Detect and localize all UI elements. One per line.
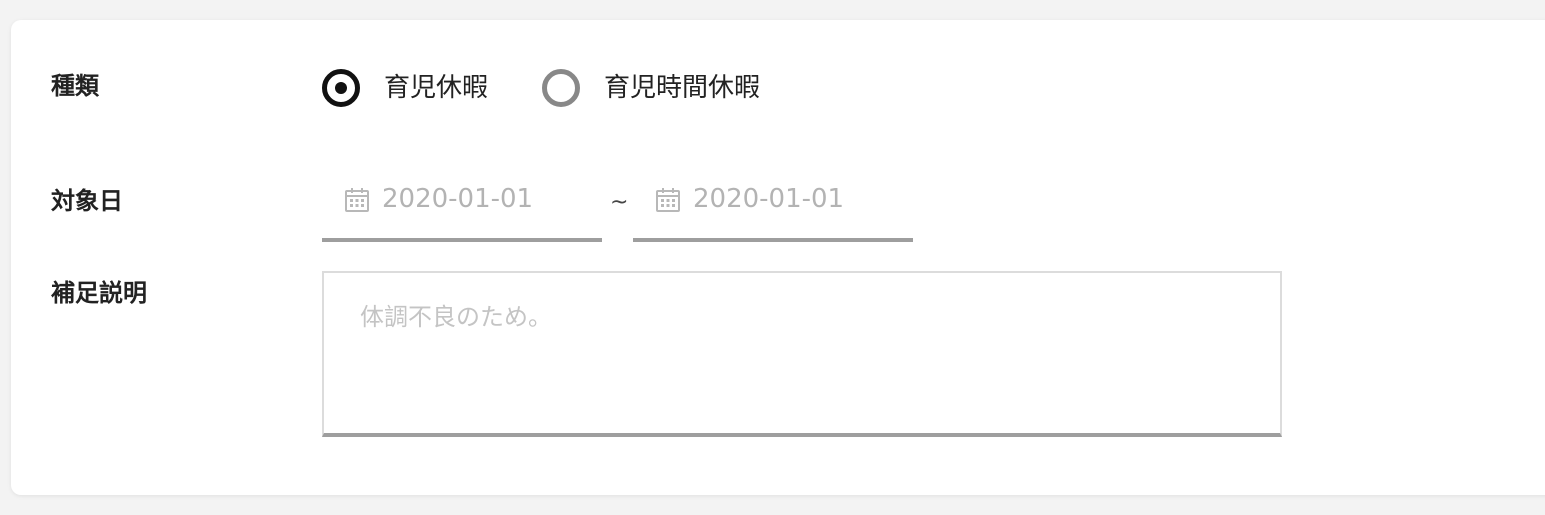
radio-selected-icon[interactable] <box>322 69 360 107</box>
date-from-value: 2020-01-01 <box>382 184 534 214</box>
radio-childcare-leave[interactable]: 育児休暇 <box>322 69 488 107</box>
date-to-field[interactable]: 2020-01-01 <box>633 174 913 242</box>
radio-childcare-hours-leave-label: 育児時間休暇 <box>604 73 761 103</box>
leave-request-form-card: 種類 育児休暇 育児時間休暇 対象日 2020-01-01 ~ 2020-01-… <box>11 20 1545 495</box>
date-from-field[interactable]: 2020-01-01 <box>322 174 602 242</box>
date-to-value: 2020-01-01 <box>693 184 845 214</box>
calendar-icon <box>345 188 369 212</box>
type-label: 種類 <box>51 72 99 100</box>
date-range-separator: ~ <box>610 190 629 215</box>
note-textarea[interactable] <box>324 273 1280 433</box>
date-label: 対象日 <box>51 187 123 215</box>
calendar-icon <box>656 188 680 212</box>
radio-childcare-leave-label: 育児休暇 <box>384 73 489 103</box>
radio-childcare-hours-leave[interactable]: 育児時間休暇 <box>542 69 760 107</box>
note-label: 補足説明 <box>51 279 147 307</box>
radio-unselected-icon[interactable] <box>542 69 580 107</box>
note-textarea-container <box>322 271 1282 437</box>
